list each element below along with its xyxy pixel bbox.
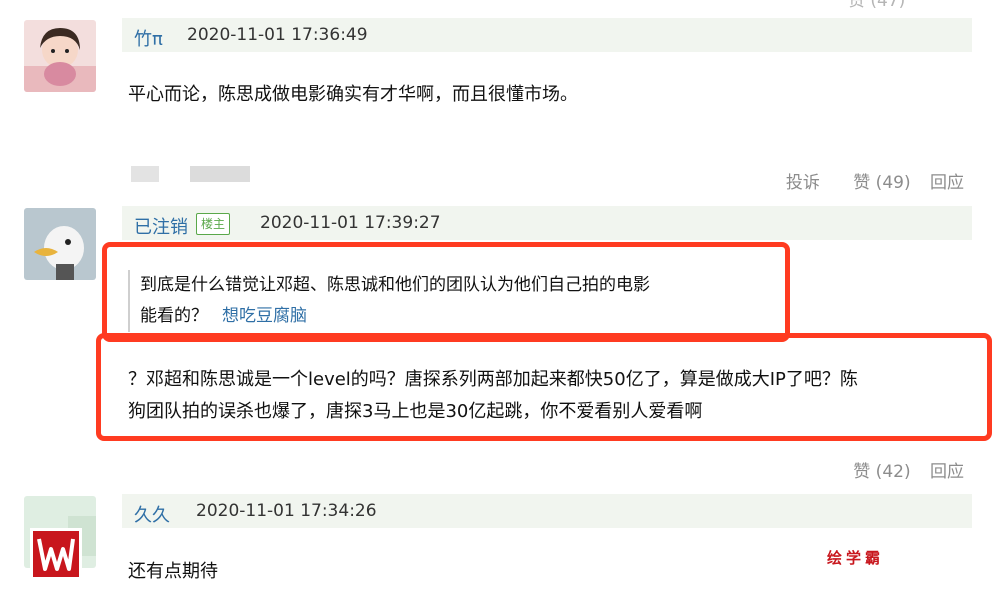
username[interactable]: 竹π — [134, 25, 163, 51]
watermark-text: 绘学霸 — [827, 549, 885, 567]
comment-text: 还有点期待 — [128, 561, 218, 582]
comment-actions: 投诉 赞 (49) 回应 — [772, 168, 964, 193]
watermark-logo — [30, 528, 82, 580]
username[interactable]: 久久 — [134, 501, 170, 527]
quote-author-link[interactable]: 想吃豆腐脑 — [222, 306, 307, 326]
quote-line-end: 能看的？ — [140, 306, 208, 326]
quote-line: 到底是什么错觉让邓超、陈思诚和他们的团队认为他们自己拍的电影 — [140, 275, 650, 295]
comment-meta-bar: 久久 2020-11-01 17:34:26 — [122, 494, 972, 528]
timestamp: 2020-11-01 17:36:49 — [187, 25, 368, 45]
timestamp: 2020-11-01 17:39:27 — [260, 213, 441, 233]
report-button[interactable]: 投诉 — [786, 173, 820, 193]
reply-button[interactable]: 回应 — [930, 173, 964, 193]
reply-line: 狗团队拍的误杀也爆了，唐探3马上也是30亿起跳，你不爱看别人爱看啊 — [128, 401, 703, 422]
avatar-deleted-user[interactable] — [24, 208, 96, 280]
owner-badge: 楼主 — [196, 213, 231, 235]
timestamp: 2020-11-01 17:34:26 — [196, 501, 377, 521]
reply-text: ？邓超和陈思诚是一个level的吗？唐探系列两部加起来都快50亿了，算是做成大I… — [128, 364, 973, 428]
redacted-blur — [131, 166, 159, 182]
comment-meta-bar: 竹π 2020-11-01 17:36:49 — [122, 18, 972, 52]
reply-line: ？邓超和陈思诚是一个level的吗？唐探系列两部加起来都快50亿了，算是做成大I… — [128, 369, 858, 390]
comment-meta-bar: 已注销 楼主 2020-11-01 17:39:27 — [122, 206, 972, 240]
comment-text: 平心而论，陈思成做电影确实有才华啊，而且很懂市场。 — [128, 84, 578, 105]
quoted-comment: 到底是什么错觉让邓超、陈思诚和他们的团队认为他们自己拍的电影 能看的？ 想吃豆腐脑 — [128, 270, 780, 332]
top-action-remnant: 赞 (47) — [848, 0, 906, 11]
quote-line: 能看的？ 想吃豆腐脑 — [140, 301, 780, 332]
like-button[interactable]: 赞 (49) — [853, 173, 910, 193]
username[interactable]: 已注销 — [134, 213, 188, 239]
like-button[interactable]: 赞 (42) — [853, 462, 910, 482]
comment-actions: 赞 (42) 回应 — [839, 457, 964, 482]
redacted-blur — [190, 166, 250, 182]
avatar-zhupi[interactable] — [24, 20, 96, 92]
reply-button[interactable]: 回应 — [930, 462, 964, 482]
